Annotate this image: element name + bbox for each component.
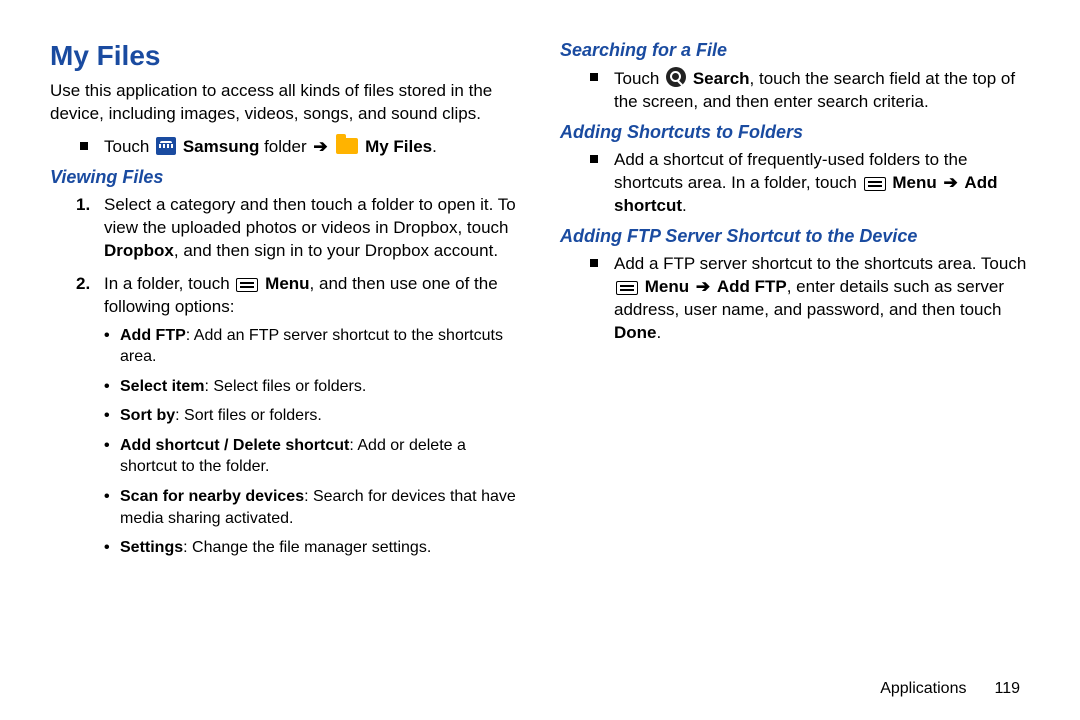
shortcut-instruction: Add a shortcut of frequently-used folder… <box>560 149 1030 218</box>
option-settings: Settings: Change the file manager settin… <box>104 537 520 559</box>
step-2: 2. In a folder, touch Menu, and then use… <box>50 273 520 559</box>
menu-icon <box>236 278 258 292</box>
folder-icon <box>336 138 358 154</box>
option-sort-by: Sort by: Sort files or folders. <box>104 405 520 427</box>
ftp-instruction: Add a FTP server shortcut to the shortcu… <box>560 253 1030 345</box>
page-title: My Files <box>50 40 520 72</box>
heading-shortcuts: Adding Shortcuts to Folders <box>560 122 1030 143</box>
step-1: 1. Select a category and then touch a fo… <box>50 194 520 263</box>
option-scan-devices: Scan for nearby devices: Search for devi… <box>104 486 520 529</box>
option-add-delete-shortcut: Add shortcut / Delete shortcut: Add or d… <box>104 435 520 478</box>
search-instruction: Touch Search, touch the search field at … <box>560 67 1030 114</box>
option-select-item: Select item: Select files or folders. <box>104 376 520 398</box>
samsung-icon <box>156 137 176 155</box>
option-add-ftp: Add FTP: Add an FTP server shortcut to t… <box>104 325 520 368</box>
heading-ftp: Adding FTP Server Shortcut to the Device <box>560 226 1030 247</box>
heading-viewing-files: Viewing Files <box>50 167 520 188</box>
nav-path: Touch Samsung folder ➔ My Files. <box>50 136 520 159</box>
intro-text: Use this application to access all kinds… <box>50 80 520 126</box>
menu-icon <box>864 177 886 191</box>
search-icon <box>666 67 686 87</box>
menu-icon <box>616 281 638 295</box>
footer-page-number: 119 <box>994 680 1020 697</box>
footer-section: Applications <box>880 680 966 697</box>
page-footer: Applications 119 <box>880 680 1020 698</box>
heading-searching: Searching for a File <box>560 40 1030 61</box>
